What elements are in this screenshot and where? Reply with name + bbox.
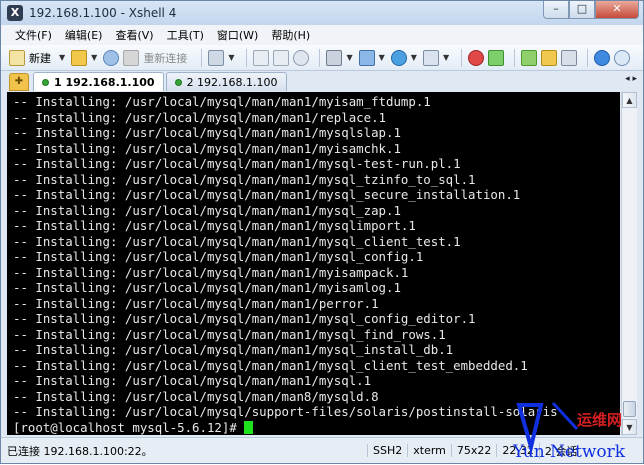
terminal-prompt-line[interactable]: [root@localhost mysql-5.6.12]# — [13, 420, 620, 436]
new-session-button[interactable]: 新建 — [9, 49, 51, 66]
toolbar: 新建 ▼ ▼ 重新连接 ▼ ▼ ▼ ▼ ▼ — [1, 45, 643, 71]
reconnect-icon — [123, 49, 140, 66]
terminal-line: -- Installing: /usr/local/mysql/man/man1… — [13, 373, 372, 388]
terminal-line: -- Installing: /usr/local/mysql/support-… — [13, 404, 558, 419]
terminal-line: -- Installing: /usr/local/mysql/man/man1… — [13, 342, 454, 357]
properties-icon[interactable] — [208, 49, 225, 66]
terminal-line: -- Installing: /usr/local/mysql/man/man1… — [13, 140, 401, 156]
protocol-indicator: SSH2 — [367, 444, 407, 457]
find-icon[interactable] — [293, 49, 310, 66]
terminal-cursor — [244, 420, 254, 434]
connected-status-icon — [42, 78, 49, 86]
scroll-thumb[interactable] — [623, 401, 636, 417]
tab-label: 2 192.168.1.100 — [186, 75, 278, 89]
chevron-down-icon[interactable]: ▼ — [346, 53, 352, 62]
window-title: 192.168.1.100 - Xshell 4 — [29, 6, 177, 20]
terminal-line: -- Installing: /usr/local/mysql/man/man1… — [13, 156, 461, 171]
script-icon[interactable] — [488, 49, 505, 66]
terminal-line: -- Installing: /usr/local/mysql/man/man1… — [13, 125, 401, 140]
lock-icon[interactable] — [541, 49, 558, 66]
globe-icon[interactable] — [390, 49, 407, 66]
toolbar-divider — [514, 48, 516, 67]
toolbar-divider — [319, 48, 321, 67]
shell-prompt: [root@localhost mysql-5.6.12]# — [13, 419, 245, 435]
xftp-icon[interactable] — [468, 49, 485, 66]
chevron-down-icon[interactable]: ▼ — [59, 53, 65, 62]
terminal-line: -- Installing: /usr/local/mysql/man/man1… — [13, 109, 386, 125]
connected-status-icon — [174, 78, 182, 86]
terminal-size: 75x22 — [450, 444, 497, 457]
transfer-icon[interactable] — [358, 49, 375, 66]
terminal-scrollbar[interactable]: ▲ ▼ — [621, 92, 637, 435]
terminal-line: -- Installing: /usr/local/mysql/man/man1… — [13, 171, 476, 187]
terminal-line: -- Installing: /usr/local/mysql/man/man1… — [13, 326, 446, 342]
terminal-line: -- Installing: /usr/local/mysql/man/man1… — [13, 264, 409, 280]
reconnect-button[interactable]: 重新连接 — [123, 49, 188, 66]
connection-status: 已连接 192.168.1.100:22。 — [7, 444, 153, 458]
toolbar-divider — [587, 48, 589, 67]
terminal-type: xterm — [407, 444, 451, 457]
xshell-app-icon[interactable]: X — [7, 5, 23, 21]
menu-window[interactable]: 窗口(W) — [217, 27, 258, 43]
terminal-line: -- Installing: /usr/local/mysql/man/man1… — [13, 218, 416, 233]
xshell-window: X 192.168.1.100 - Xshell 4 – □ ✕ 文件(F) 编… — [0, 0, 644, 464]
new-session-icon — [9, 49, 25, 66]
tab-session-1[interactable]: 1 192.168.1.100 — [33, 72, 164, 91]
minimize-button[interactable]: – — [543, 1, 569, 19]
chevron-down-icon[interactable]: ▼ — [443, 53, 449, 62]
status-bar: 已连接 192.168.1.100:22。 SSH2 xterm 75x22 2… — [1, 437, 643, 463]
toolbar-divider — [201, 48, 203, 67]
menu-file[interactable]: 文件(F) — [15, 27, 52, 43]
copy-icon[interactable] — [253, 49, 270, 66]
font-icon[interactable] — [422, 49, 439, 66]
scroll-up-icon[interactable]: ▲ — [622, 92, 637, 108]
toolbar-divider — [461, 48, 463, 67]
terminal-line: -- Installing: /usr/local/mysql/man/man1… — [13, 280, 401, 295]
chevron-down-icon[interactable]: ▼ — [411, 53, 417, 62]
layout-icon[interactable] — [521, 49, 538, 66]
tab-scroll-arrows[interactable]: ◂ ▸ — [625, 74, 637, 84]
reconnect-label: 重新连接 — [143, 51, 188, 65]
connect-icon[interactable] — [103, 49, 120, 66]
close-button[interactable]: ✕ — [595, 1, 639, 19]
terminal-line: -- Installing: /usr/local/mysql/man/man1… — [13, 295, 379, 311]
menu-view[interactable]: 查看(V) — [115, 27, 153, 43]
window-controls: – □ ✕ — [543, 1, 639, 19]
open-folder-icon[interactable] — [71, 49, 88, 66]
tab-label: 1 192.168.1.100 — [54, 75, 155, 89]
menu-edit[interactable]: 编辑(E) — [65, 27, 103, 43]
chevron-down-icon[interactable]: ▼ — [228, 53, 234, 62]
menu-tools[interactable]: 工具(T) — [167, 27, 204, 43]
chevron-down-icon[interactable]: ▼ — [379, 53, 385, 62]
session-count: 2 会话 — [538, 442, 583, 459]
title-bar: X 192.168.1.100 - Xshell 4 – □ ✕ — [1, 1, 643, 25]
terminal-line: -- Installing: /usr/local/mysql/man/man1… — [13, 187, 521, 202]
cursor-position: 22,32 — [496, 444, 539, 457]
menu-bar: 文件(F) 编辑(E) 查看(V) 工具(T) 窗口(W) 帮助(H) — [1, 25, 643, 45]
keyboard-icon[interactable] — [561, 49, 578, 66]
session-tab-bar: ✚ 1 192.168.1.100 2 192.168.1.100 ◂ ▸ — [1, 71, 643, 91]
new-session-label: 新建 — [29, 51, 51, 65]
new-tab-icon[interactable]: ✚ — [9, 73, 29, 91]
terminal-line: -- Installing: /usr/local/mysql/man/man1… — [13, 233, 461, 249]
menu-help[interactable]: 帮助(H) — [271, 27, 310, 43]
terminal-line: -- Installing: /usr/local/mysql/man/man1… — [13, 249, 424, 264]
terminal-line: -- Installing: /usr/local/mysql/man/man8… — [13, 388, 379, 404]
terminal-line: -- Installing: /usr/local/mysql/man/man1… — [13, 311, 476, 326]
toolbar-divider — [246, 48, 248, 67]
terminal-line: -- Installing: /usr/local/mysql/man/man1… — [13, 202, 401, 218]
terminal-line: -- Installing: /usr/local/mysql/man/man1… — [13, 357, 528, 373]
scroll-down-icon[interactable]: ▼ — [622, 419, 637, 435]
chevron-down-icon[interactable]: ▼ — [91, 53, 97, 62]
help-icon[interactable] — [594, 49, 611, 66]
chat-icon[interactable] — [614, 49, 631, 66]
paste-icon[interactable] — [273, 49, 290, 66]
print-icon[interactable] — [326, 49, 343, 66]
maximize-button[interactable]: □ — [569, 1, 595, 19]
terminal-output[interactable]: -- Installing: /usr/local/mysql/man/man1… — [7, 92, 620, 435]
terminal-line: -- Installing: /usr/local/mysql/man/man1… — [13, 94, 431, 109]
tab-session-2[interactable]: 2 192.168.1.100 — [165, 72, 287, 91]
